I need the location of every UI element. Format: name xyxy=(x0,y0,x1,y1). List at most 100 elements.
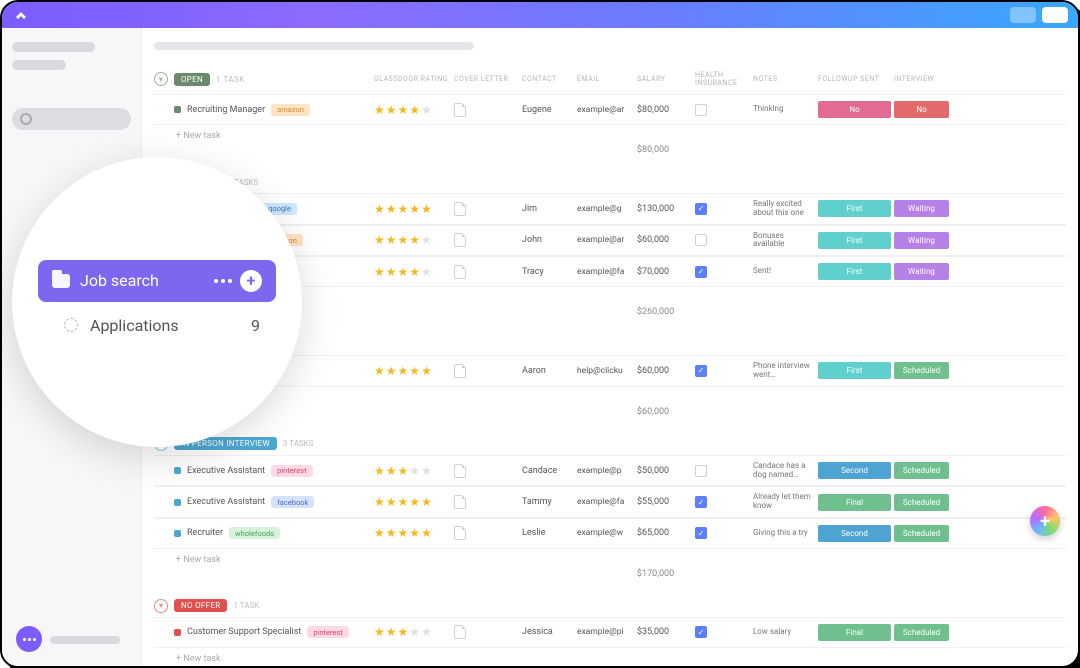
sidebar-search[interactable] xyxy=(12,108,131,130)
followup-status[interactable]: Final xyxy=(818,494,891,511)
chat-fab[interactable] xyxy=(16,626,42,652)
interview-status[interactable]: Scheduled xyxy=(894,362,949,379)
doc-icon[interactable] xyxy=(454,202,466,216)
insurance-checkbox[interactable]: ✓ xyxy=(695,626,707,638)
task-row[interactable]: Executive Assistant pinterest ★★★★★ Cand… xyxy=(154,455,1066,487)
add-task-fab[interactable]: + xyxy=(1030,506,1060,536)
star-icon: ★ xyxy=(421,495,432,509)
folder-icon xyxy=(52,274,70,288)
status-pill[interactable]: NO OFFER xyxy=(174,599,227,612)
company-tag[interactable]: pinterest xyxy=(271,465,312,477)
insurance-checkbox[interactable] xyxy=(695,104,707,116)
star-icon: ★ xyxy=(386,233,397,247)
list-icon xyxy=(64,318,78,332)
salary-cell: $80,000 xyxy=(637,105,695,115)
followup-status[interactable]: No xyxy=(818,101,891,118)
insurance-checkbox[interactable]: ✓ xyxy=(695,496,707,508)
star-icon: ★ xyxy=(409,202,420,216)
star-icon: ★ xyxy=(374,202,385,216)
sidebar-item-label: Job search xyxy=(80,271,159,290)
insurance-checkbox[interactable]: ✓ xyxy=(695,365,707,377)
doc-icon[interactable] xyxy=(454,103,466,117)
interview-status[interactable]: Scheduled xyxy=(894,624,949,641)
task-row[interactable]: Recruiter wholefoods ★★★★★ Leslie exampl… xyxy=(154,518,1066,549)
section-toggle[interactable]: ▾ xyxy=(154,599,168,613)
followup-status[interactable]: First xyxy=(818,362,891,379)
doc-icon[interactable] xyxy=(454,364,466,378)
contact-cell: Eugene xyxy=(522,105,577,115)
interview-status[interactable]: Waiting xyxy=(894,200,949,217)
insurance-checkbox[interactable]: ✓ xyxy=(695,203,707,215)
star-icon: ★ xyxy=(398,202,409,216)
followup-status[interactable]: Second xyxy=(818,462,891,479)
email-cell: example@w xyxy=(577,528,637,538)
column-headers: ▾ OPEN 1 TASK GLASSDOOR RATINGCOVER LETT… xyxy=(154,64,1066,94)
status-section: ▾ OPEN 1 TASK GLASSDOOR RATINGCOVER LETT… xyxy=(154,64,1066,161)
insurance-checkbox[interactable] xyxy=(695,465,707,477)
star-icon: ★ xyxy=(398,495,409,509)
section-toggle[interactable]: ▾ xyxy=(154,72,168,86)
company-tag[interactable]: facebook xyxy=(271,496,314,508)
rating-stars: ★★★★★ xyxy=(374,364,454,378)
status-bullet xyxy=(174,499,181,506)
notes-cell: Already let them know xyxy=(753,493,818,511)
task-title: Recruiter xyxy=(187,528,223,538)
task-row[interactable]: Recruiting Manager amazon ★★★★★ Eugene e… xyxy=(154,94,1066,125)
insurance-checkbox[interactable]: ✓ xyxy=(695,266,707,278)
notes-cell: Candace has a dog named… xyxy=(753,462,818,480)
followup-status[interactable]: First xyxy=(818,263,891,280)
status-pill[interactable]: OPEN xyxy=(174,73,210,86)
notes-cell: Really excited about this one xyxy=(753,200,818,218)
star-icon: ★ xyxy=(409,364,420,378)
doc-icon[interactable] xyxy=(454,526,466,540)
star-icon: ★ xyxy=(386,103,397,117)
task-row[interactable]: Customer Support Specialist pinterest ★★… xyxy=(154,617,1066,648)
contact-cell: Tracy xyxy=(522,267,577,277)
interview-status[interactable]: Waiting xyxy=(894,232,949,249)
new-task-button[interactable]: + New task xyxy=(154,125,1066,143)
doc-icon[interactable] xyxy=(454,265,466,279)
interview-status[interactable]: Scheduled xyxy=(894,462,949,479)
task-row[interactable]: Recruiter clickup ★★★★★ Aaron help@click… xyxy=(154,355,1066,387)
new-task-button[interactable]: + New task xyxy=(154,387,1066,405)
task-count: 1 TASK xyxy=(216,75,245,84)
interview-status[interactable]: Scheduled xyxy=(894,494,949,511)
star-icon: ★ xyxy=(421,103,432,117)
window-maximize[interactable] xyxy=(1042,7,1068,23)
company-tag[interactable]: amazon xyxy=(271,104,310,116)
followup-status[interactable]: Final xyxy=(818,624,891,641)
company-tag[interactable]: pinterest xyxy=(307,626,348,638)
followup-status[interactable]: First xyxy=(818,232,891,249)
star-icon: ★ xyxy=(398,364,409,378)
followup-status[interactable]: Second xyxy=(818,525,891,542)
task-row[interactable]: Executive Assistant facebook ★★★★★ Tammy… xyxy=(154,486,1066,518)
task-title: Recruiting Manager xyxy=(187,105,265,115)
star-icon: ★ xyxy=(386,526,397,540)
star-icon: ★ xyxy=(409,625,420,639)
page-title-placeholder xyxy=(154,42,474,50)
add-list-button[interactable]: + xyxy=(240,270,262,292)
interview-status[interactable]: Scheduled xyxy=(894,525,949,542)
interview-status[interactable]: Waiting xyxy=(894,263,949,280)
contact-cell: Leslie xyxy=(522,528,577,538)
company-tag[interactable]: wholefoods xyxy=(229,527,280,539)
rating-stars: ★★★★★ xyxy=(374,464,454,478)
doc-icon[interactable] xyxy=(454,625,466,639)
interview-status[interactable]: No xyxy=(894,101,949,118)
sidebar-item-job-search[interactable]: Job search + xyxy=(38,260,276,302)
status-section: ▾ NO OFFER 1 TASK Customer Support Speci… xyxy=(154,595,1066,666)
status-bullet xyxy=(174,629,181,636)
doc-icon[interactable] xyxy=(454,233,466,247)
new-task-button[interactable]: + New task xyxy=(154,549,1066,567)
doc-icon[interactable] xyxy=(454,464,466,478)
sidebar-item-applications[interactable]: Applications 9 xyxy=(20,308,294,375)
new-task-button[interactable]: + New task xyxy=(154,648,1066,666)
insurance-checkbox[interactable] xyxy=(695,234,707,246)
email-cell: example@fa xyxy=(577,267,637,277)
followup-status[interactable]: First xyxy=(818,200,891,217)
more-icon[interactable] xyxy=(214,279,232,283)
window-minimize[interactable] xyxy=(1010,7,1036,23)
task-row[interactable]: Product Manager google ★★★★★ Jim example… xyxy=(154,193,1066,225)
doc-icon[interactable] xyxy=(454,495,466,509)
insurance-checkbox[interactable]: ✓ xyxy=(695,527,707,539)
